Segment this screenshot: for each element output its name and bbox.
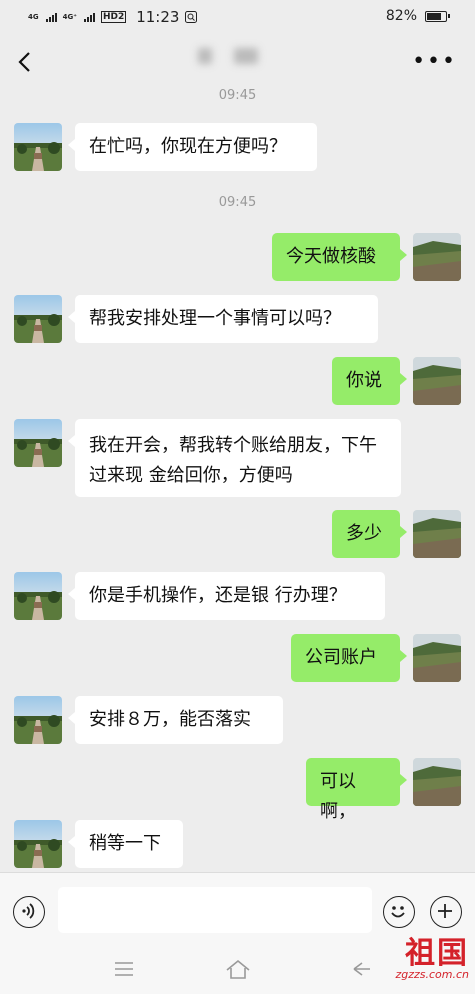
message-bubble-incoming[interactable]: 安排８万，能否落实: [68, 696, 283, 744]
contact-avatar[interactable]: [14, 572, 62, 620]
message-bubble-incoming[interactable]: 我在开会，帮我转个账给朋友，下午过来现 金给回你，方便吗: [68, 419, 401, 497]
message-bubble-outgoing[interactable]: 可以啊，: [306, 758, 407, 822]
contact-avatar[interactable]: [14, 696, 62, 744]
battery-icon: [425, 10, 450, 22]
message-bubble-incoming[interactable]: 帮我安排处理一个事情可以吗？: [68, 295, 378, 343]
watermark-url: zgzzs.com.cn: [395, 968, 469, 981]
timestamp: 09:45: [218, 195, 257, 210]
signal-2-label: 4G⁺: [62, 13, 77, 21]
clock: 11:23: [136, 8, 180, 26]
contact-avatar[interactable]: [14, 295, 62, 343]
my-avatar[interactable]: [413, 758, 461, 806]
timestamp: 09:45: [218, 88, 257, 103]
signal-2-icon: [83, 12, 95, 22]
message-bubble-incoming[interactable]: 在忙吗，你现在方便吗？: [68, 123, 317, 171]
more-options-icon[interactable]: •••: [412, 51, 457, 73]
message-text-input[interactable]: [58, 887, 372, 933]
my-avatar[interactable]: [413, 233, 461, 281]
hd-voice-icon: HD2: [100, 11, 127, 23]
contact-avatar[interactable]: [14, 123, 62, 171]
emoji-icon[interactable]: [383, 896, 415, 928]
contact-avatar[interactable]: [14, 820, 62, 868]
contact-name-redacted: [198, 48, 264, 66]
signal-1-label: 4G: [28, 13, 39, 21]
menu-icon[interactable]: [113, 960, 135, 978]
message-bubble-outgoing[interactable]: 你说: [332, 357, 407, 405]
my-avatar[interactable]: [413, 357, 461, 405]
message-bubble-outgoing[interactable]: 多少: [332, 510, 407, 558]
home-icon[interactable]: [224, 958, 252, 980]
back-nav-icon[interactable]: [350, 960, 372, 978]
plus-more-icon[interactable]: [430, 896, 462, 928]
message-bubble-outgoing[interactable]: 公司账户: [291, 634, 407, 682]
message-bubble-outgoing[interactable]: 今天做核酸: [272, 233, 407, 281]
back-arrow-icon[interactable]: [14, 48, 38, 76]
my-avatar[interactable]: [413, 510, 461, 558]
status-bar: 4G 4G⁺ HD2 11:23 82%: [0, 0, 475, 34]
message-bubble-incoming[interactable]: 你是手机操作，还是银 行办理？: [68, 572, 385, 620]
chat-header: •••: [0, 34, 475, 90]
voice-input-icon[interactable]: [13, 896, 45, 928]
notification-icon: [185, 11, 198, 23]
message-bubble-incoming[interactable]: 稍等一下: [68, 820, 183, 868]
my-avatar[interactable]: [413, 634, 461, 682]
watermark-brand: 祖国: [405, 936, 469, 971]
battery-percent: 82%: [385, 8, 417, 24]
site-watermark: 祖国 zgzzs.com.cn: [395, 936, 469, 982]
contact-avatar[interactable]: [14, 419, 62, 467]
signal-1-icon: [45, 12, 57, 22]
